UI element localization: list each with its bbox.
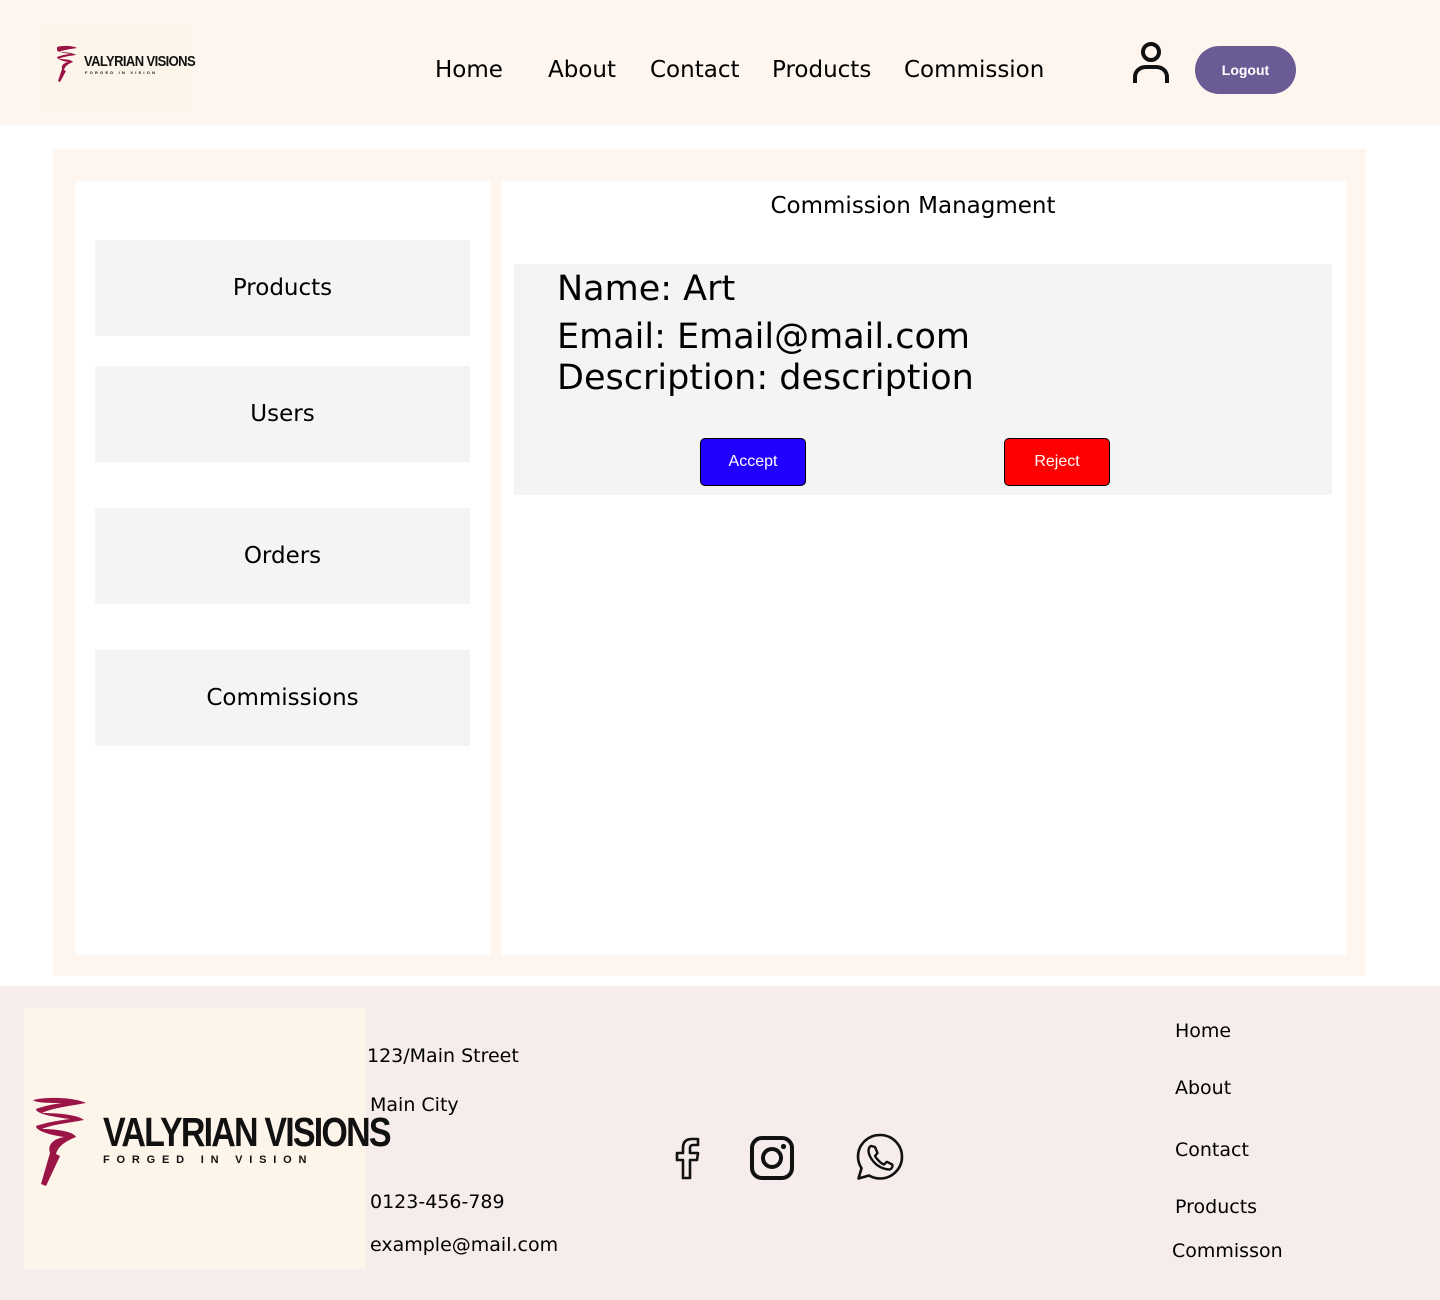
nav-products[interactable]: Products xyxy=(772,56,871,84)
site-header: VALYRIAN VISIONS FORGED IN VISION Home A… xyxy=(0,0,1440,125)
logo-brand-text: VALYRIAN VISIONS xyxy=(84,52,196,70)
footer-link-contact[interactable]: Contact xyxy=(1175,1138,1249,1162)
logo-tagline: FORGED IN VISION xyxy=(103,1154,314,1166)
nav-contact[interactable]: Contact xyxy=(650,56,739,84)
commission-name: Name: Art xyxy=(557,269,736,309)
whatsapp-icon[interactable] xyxy=(855,1132,905,1182)
facebook-icon[interactable] xyxy=(670,1136,706,1180)
footer-link-products[interactable]: Products xyxy=(1175,1195,1257,1219)
footer-logo: VALYRIAN VISIONS FORGED IN VISION xyxy=(24,1008,392,1269)
commission-description: Description: description xyxy=(557,358,974,398)
footer-link-commission[interactable]: Commisson xyxy=(1172,1239,1283,1263)
sidebar-item-products[interactable]: Products xyxy=(95,240,470,336)
accept-button[interactable]: Accept xyxy=(700,438,806,486)
sidebar-item-users[interactable]: Users xyxy=(95,366,470,462)
footer-link-home[interactable]: Home xyxy=(1175,1019,1231,1043)
sidebar-item-commissions[interactable]: Commissions xyxy=(95,650,470,746)
header-logo[interactable]: VALYRIAN VISIONS FORGED IN VISION xyxy=(40,28,196,110)
footer-link-about[interactable]: About xyxy=(1175,1076,1231,1100)
page-title: Commission Managment xyxy=(770,193,1056,219)
nav-commission[interactable]: Commission xyxy=(904,56,1044,84)
user-icon[interactable] xyxy=(1130,40,1172,86)
reject-button[interactable]: Reject xyxy=(1004,438,1110,486)
instagram-icon[interactable] xyxy=(749,1135,795,1181)
logout-button[interactable]: Logout xyxy=(1195,46,1296,94)
footer-address-line1: 123/Main Street xyxy=(367,1045,519,1067)
nav-home[interactable]: Home xyxy=(435,56,503,84)
logo-tagline: FORGED IN VISION xyxy=(85,70,158,75)
sidebar-item-orders[interactable]: Orders xyxy=(95,508,470,604)
brush-logo-icon xyxy=(33,1097,86,1186)
brush-logo-icon xyxy=(57,45,77,82)
commission-email: Email: Email@mail.com xyxy=(557,317,970,357)
footer-address-line2: Main City xyxy=(370,1094,459,1116)
logo-brand-text: VALYRIAN VISIONS xyxy=(103,1110,392,1156)
footer-phone: 0123-456-789 xyxy=(370,1191,505,1213)
footer-email: example@mail.com xyxy=(370,1234,559,1256)
nav-about[interactable]: About xyxy=(548,56,616,84)
